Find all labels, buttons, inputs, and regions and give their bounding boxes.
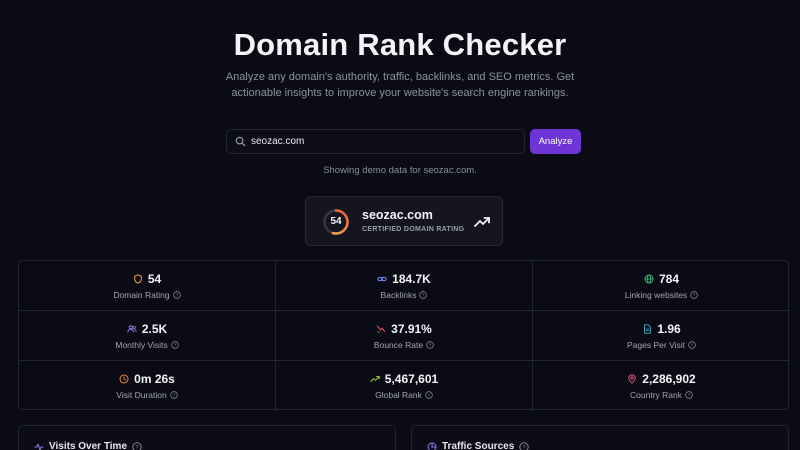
stat-value: 2,286,902 [642, 372, 696, 386]
stat-value: 0m 26s [134, 372, 175, 386]
search-icon [235, 136, 246, 147]
stat-domain-rating: 54 Domain Rating ? [19, 261, 276, 311]
stat-label: Monthly Visits [115, 340, 168, 350]
stat-bounce-rate: 37.91% Bounce Rate ? [276, 311, 533, 361]
svg-text:?: ? [175, 293, 178, 298]
pie-chart-icon [427, 442, 437, 450]
activity-icon [34, 443, 44, 450]
clock-icon [119, 374, 129, 384]
stat-value: 37.91% [391, 322, 432, 336]
help-icon[interactable]: ? [419, 291, 428, 299]
svg-text:?: ? [428, 393, 431, 398]
stat-label: Pages Per Visit [627, 340, 685, 350]
stat-monthly-visits: 2.5K Monthly Visits ? [19, 311, 276, 361]
analyze-button[interactable]: Analyze [530, 129, 581, 154]
stat-label: Visit Duration [116, 390, 167, 400]
rating-score: 54 [330, 216, 342, 227]
help-icon[interactable]: ? [690, 291, 698, 299]
help-icon[interactable]: ? [685, 391, 693, 399]
help-icon[interactable]: ? [132, 441, 142, 450]
shield-icon [133, 274, 142, 284]
stat-value: 54 [147, 272, 162, 286]
domain-search-input[interactable] [251, 136, 511, 147]
page-title: Domain Rank Checker [233, 27, 567, 62]
stat-linking-websites: 784 Linking websites ? [533, 261, 790, 311]
stat-label: Domain Rating [113, 290, 170, 300]
help-icon[interactable]: ? [688, 341, 696, 349]
link-icon [377, 276, 387, 282]
svg-text:?: ? [173, 343, 176, 348]
demo-data-note: Showing demo data for seozac.com. [323, 165, 477, 176]
stat-value: 1.96 [657, 322, 681, 336]
svg-text:?: ? [135, 445, 139, 450]
svg-text:?: ? [422, 293, 425, 298]
stat-label: Global Rank [375, 390, 422, 400]
stat-value: 784 [658, 272, 680, 286]
visits-over-time-panel: Visits Over Time ? [18, 425, 396, 450]
users-icon [127, 325, 137, 333]
svg-text:?: ? [693, 293, 696, 298]
trending-up-icon [474, 217, 490, 227]
help-icon[interactable]: ? [169, 391, 178, 399]
svg-text:?: ? [429, 343, 432, 348]
rating-label: CERTIFIED DOMAIN RATING [362, 226, 465, 233]
stat-value: 5,467,601 [384, 372, 439, 386]
stat-backlinks: 184.7K Backlinks ? [276, 261, 533, 311]
panel-title: Visits Over Time [49, 441, 128, 450]
stat-label: Backlinks [380, 290, 417, 300]
svg-text:?: ? [523, 445, 527, 450]
help-icon[interactable]: ? [426, 341, 434, 349]
bounce-icon [376, 325, 386, 333]
domain-rating-card: 54 seozac.com CERTIFIED DOMAIN RATING [305, 196, 503, 246]
trending-up-icon [370, 376, 380, 382]
stat-country-rank: 2,286,902 Country Rank ? [533, 361, 790, 411]
svg-text:?: ? [172, 393, 175, 398]
stat-pages-per-visit: 1.96 Pages Per Visit ? [533, 311, 790, 361]
globe-icon [644, 274, 654, 284]
traffic-sources-panel: Traffic Sources ? [411, 425, 789, 450]
stat-value: 184.7K [392, 272, 431, 286]
rating-domain: seozac.com [362, 208, 433, 222]
stat-label: Bounce Rate [373, 340, 424, 350]
help-icon[interactable]: ? [519, 441, 529, 450]
map-pin-icon [628, 374, 636, 384]
search-field[interactable] [226, 129, 525, 154]
help-icon[interactable]: ? [425, 391, 433, 399]
help-icon[interactable]: ? [172, 291, 181, 299]
stat-visit-duration: 0m 26s Visit Duration ? [19, 361, 276, 411]
help-icon[interactable]: ? [170, 341, 179, 349]
stat-label: Country Rank [630, 390, 682, 400]
stat-label: Linking websites [624, 290, 688, 300]
page-subtitle: Analyze any domain's authority, traffic,… [225, 71, 575, 99]
panel-title: Traffic Sources [442, 441, 515, 450]
stats-grid: 54 Domain Rating ? 184.7K Backlinks ? 78… [18, 260, 790, 411]
svg-text:?: ? [688, 393, 691, 398]
file-icon [644, 324, 652, 334]
stat-value: 2.5K [141, 322, 168, 336]
stat-global-rank: 5,467,601 Global Rank ? [276, 361, 533, 411]
svg-text:?: ? [691, 343, 694, 348]
